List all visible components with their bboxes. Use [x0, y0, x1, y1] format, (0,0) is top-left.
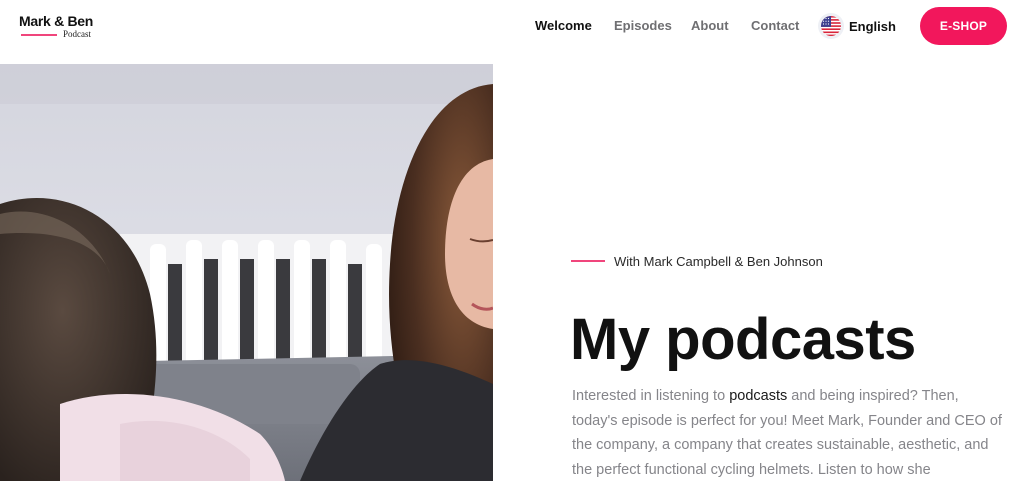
site-header: Mark & Ben Podcast Welcome Episodes Abou…: [0, 0, 1027, 64]
language-selector[interactable]: English: [821, 15, 896, 37]
eshop-button[interactable]: E-SHOP: [920, 7, 1007, 45]
logo[interactable]: Mark & Ben Podcast: [19, 13, 99, 41]
eyebrow-accent-line: [571, 260, 605, 262]
eyebrow-text: With Mark Campbell & Ben Johnson: [614, 253, 823, 269]
nav-contact[interactable]: Contact: [751, 18, 799, 33]
language-label: English: [849, 18, 896, 34]
us-flag-icon: [821, 16, 841, 36]
logo-underline: [21, 34, 57, 36]
logo-subtitle: Podcast: [63, 29, 91, 39]
nav-about[interactable]: About: [691, 18, 729, 33]
nav-welcome[interactable]: Welcome: [535, 18, 592, 33]
nav-episodes[interactable]: Episodes: [614, 18, 672, 33]
page-title: My podcasts: [570, 307, 916, 372]
description-highlight-podcasts: podcasts: [729, 388, 788, 404]
hero-photo: [0, 64, 493, 481]
description-text-start: Interested in listening to: [572, 388, 730, 404]
hero-eyebrow: With Mark Campbell & Ben Johnson: [571, 252, 823, 270]
hero-photo-illustration: [0, 64, 493, 481]
logo-name: Mark & Ben: [19, 13, 94, 29]
hero-description: Interested in listening to podcasts and …: [572, 384, 1002, 481]
